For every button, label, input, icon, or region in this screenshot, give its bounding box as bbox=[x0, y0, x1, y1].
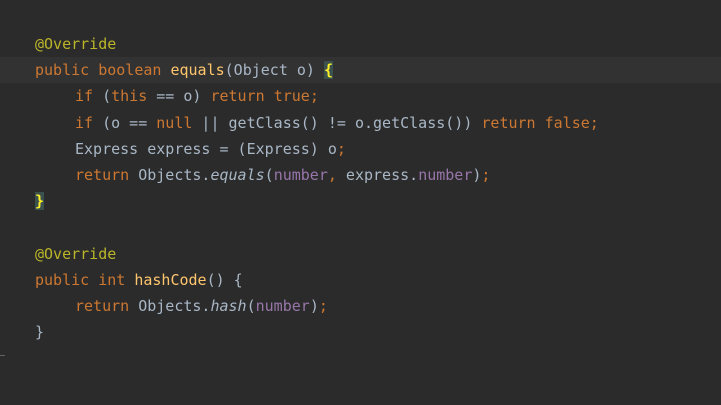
code-text: public int hashCode() { bbox=[35, 267, 243, 293]
code-token-keyword: if bbox=[75, 113, 94, 132]
code-token-keyword: ; bbox=[318, 297, 328, 315]
code-text: public boolean equals(Object o) { bbox=[35, 57, 334, 83]
code-token-keyword: this bbox=[111, 87, 148, 106]
code-token-keyword: public bbox=[35, 61, 90, 80]
code-token-plain: express. bbox=[336, 166, 419, 184]
code-line[interactable]: @Override bbox=[0, 241, 721, 267]
code-text: return Objects.equals(number, express.nu… bbox=[35, 162, 490, 188]
code-token-plain: (Object o) bbox=[224, 61, 324, 80]
code-token-keyword: null bbox=[156, 113, 193, 132]
code-token-plain: ( bbox=[264, 166, 274, 184]
code-token-method: equals bbox=[170, 61, 225, 80]
code-line[interactable]: @Override bbox=[0, 31, 721, 57]
code-token-keyword: boolean bbox=[98, 61, 162, 80]
code-token-annotation: @Override bbox=[35, 244, 117, 263]
code-token-brace-match: } bbox=[35, 192, 45, 211]
code-token-keyword: ; bbox=[589, 113, 599, 132]
code-token-keyword: return bbox=[481, 113, 536, 132]
code-text: } bbox=[35, 319, 44, 345]
code-token-keyword: return bbox=[210, 87, 265, 106]
code-token-keyword: if bbox=[75, 87, 94, 106]
code-line[interactable]: return Objects.equals(number, express.nu… bbox=[0, 162, 721, 188]
code-text: if (o == null || getClass() != o.getClas… bbox=[35, 110, 599, 136]
code-token-field: number bbox=[255, 297, 310, 315]
code-token-plain: ( bbox=[246, 297, 256, 315]
code-text: return Objects.hash(number); bbox=[35, 293, 328, 319]
code-token-plain: || getClass() != o.getClass()) bbox=[192, 113, 482, 132]
code-token-brace-match: { bbox=[324, 61, 334, 80]
code-token-keyword: ; bbox=[309, 87, 319, 106]
code-token-static: hash bbox=[210, 297, 247, 315]
code-token-keyword: public bbox=[35, 270, 90, 289]
code-line[interactable]: Express express = (Express) o; bbox=[0, 136, 721, 162]
code-token-field: number bbox=[418, 166, 473, 184]
code-token-plain: ) bbox=[309, 297, 319, 315]
code-line[interactable]: return Objects.hash(number); bbox=[0, 293, 721, 319]
code-line[interactable]: if (this == o) return true; bbox=[0, 83, 721, 109]
code-token-plain: } bbox=[35, 323, 45, 342]
code-editor[interactable]: @Override public boolean equals(Object o)… bbox=[0, 0, 721, 405]
code-line[interactable]: } bbox=[0, 188, 721, 214]
code-line[interactable]: public int hashCode() { bbox=[0, 267, 721, 293]
code-token-keyword: , bbox=[327, 166, 337, 184]
code-line[interactable]: public boolean equals(Object o) { bbox=[0, 57, 721, 84]
code-token-plain: Objects. bbox=[129, 297, 211, 315]
code-text: } bbox=[35, 188, 45, 214]
code-token-annotation: @Override bbox=[35, 35, 117, 53]
code-token-keyword: int bbox=[98, 270, 126, 289]
code-token-field: number bbox=[273, 166, 328, 184]
code-token-plain: Objects. bbox=[129, 166, 211, 184]
code-text: Express express = (Express) o; bbox=[35, 136, 346, 162]
code-line[interactable] bbox=[0, 214, 721, 240]
code-token-keyword: true bbox=[273, 87, 310, 106]
code-line[interactable]: if (o == null || getClass() != o.getClas… bbox=[0, 110, 721, 136]
code-token-plain: Express express = (Express) o bbox=[75, 139, 337, 158]
code-token-plain: ( bbox=[93, 87, 112, 106]
code-token-keyword: ; bbox=[336, 139, 346, 158]
code-text: if (this == o) return true; bbox=[35, 83, 319, 109]
code-text: @Override bbox=[35, 31, 116, 57]
code-token-keyword: false bbox=[544, 113, 590, 132]
code-token-plain: == o) bbox=[147, 87, 211, 106]
code-token-keyword: return bbox=[75, 166, 130, 184]
code-token-keyword: return bbox=[75, 297, 130, 315]
code-token-keyword: ; bbox=[481, 166, 491, 184]
code-line[interactable]: } bbox=[0, 319, 721, 345]
code-text: @Override bbox=[35, 241, 116, 267]
gutter-marker bbox=[0, 355, 5, 356]
code-token-plain: () { bbox=[206, 270, 243, 289]
code-token-plain: (o == bbox=[93, 113, 157, 132]
code-token-static: equals bbox=[210, 166, 265, 184]
code-token-method: hashCode bbox=[134, 270, 207, 289]
